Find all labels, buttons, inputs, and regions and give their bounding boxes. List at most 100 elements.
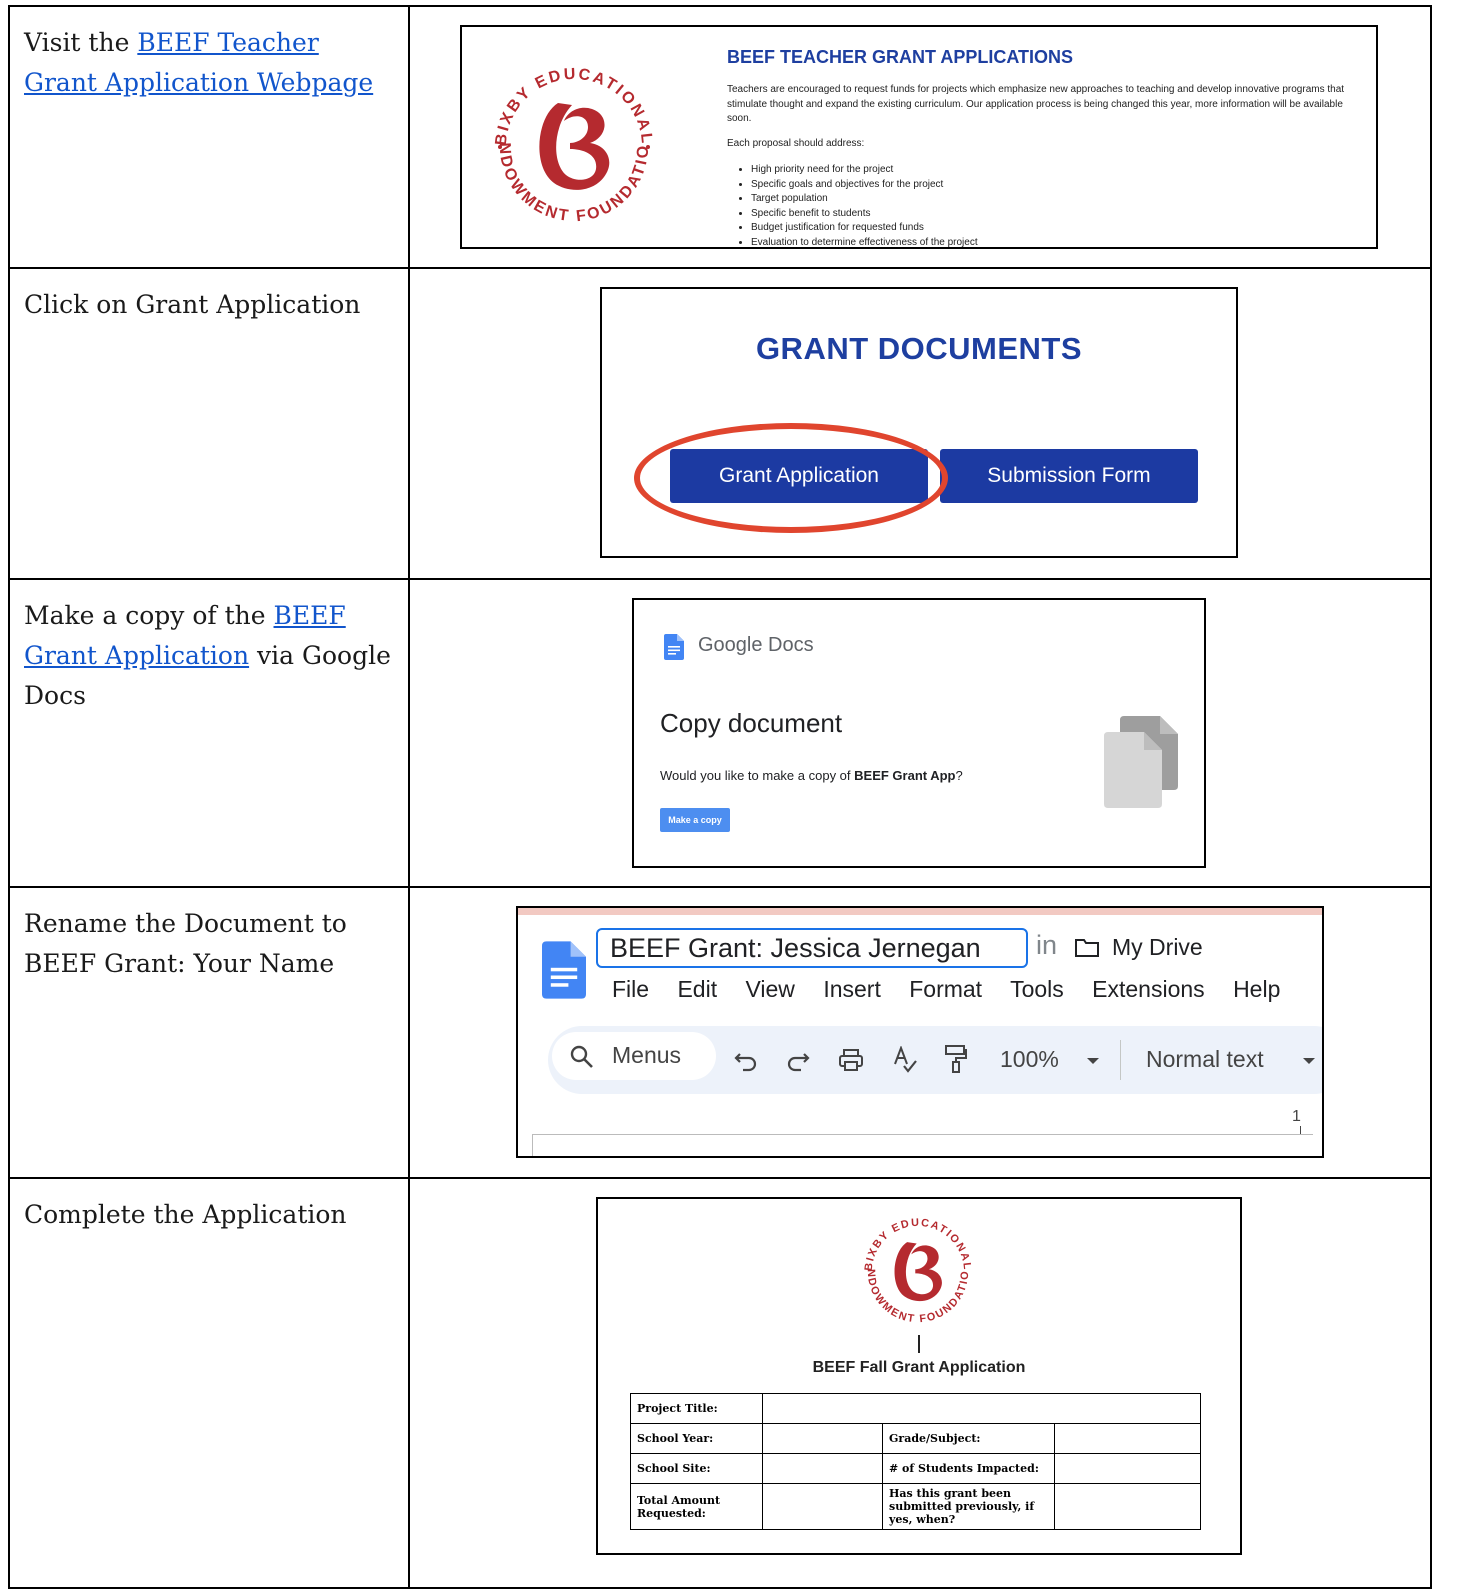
school-year-field[interactable]	[762, 1423, 883, 1454]
beef-logo: BIXBY EDUCATIONAL ENDOWMENT FOUNDATION	[484, 57, 653, 225]
submitted-previously-field[interactable]	[1053, 1483, 1202, 1530]
document-title-input[interactable]: BEEF Grant: Jessica Jernegan	[596, 928, 1028, 968]
redo-icon[interactable]	[786, 1050, 810, 1072]
beef-logo: BIXBY EDUCATIONAL ENDOWMENT FOUNDATION	[857, 1211, 972, 1325]
application-fields-table: Project Title: School Year: Grade/Subjec…	[630, 1393, 1202, 1530]
step-cell: Make a copy of the BEEF Grant Applicatio…	[8, 578, 410, 888]
application-title: BEEF Fall Grant Application	[812, 1359, 1026, 1376]
menu-tools[interactable]: Tools	[1010, 976, 1064, 1002]
google-docs-brand: Google Docs	[698, 634, 814, 656]
list-item: Specific goals and objectives for the pr…	[751, 178, 978, 193]
step-row: Make a copy of the BEEF Grant Applicatio…	[8, 578, 1432, 888]
question-doc-name: BEEF Grant App	[854, 768, 956, 783]
question-prefix: Would you like to make a copy of	[660, 768, 855, 783]
google-docs-icon	[664, 634, 684, 660]
style-select[interactable]: Normal text	[1146, 1046, 1264, 1073]
step-row: Rename the Document to BEEF Grant: Your …	[8, 886, 1432, 1179]
step-row: Click on Grant Application GRANT DOCUMEN…	[8, 267, 1432, 580]
step-text: Complete the Application	[24, 1200, 347, 1229]
spellcheck-icon[interactable]	[892, 1046, 918, 1074]
highlight-circle	[634, 423, 948, 533]
ruler-tick	[1300, 1126, 1301, 1134]
webpage-screenshot: BIXBY EDUCATIONAL ENDOWMENT FOUNDATION B…	[460, 25, 1378, 249]
list-item: Target population	[751, 192, 978, 207]
logo-top-text: BIXBY EDUCATIONAL	[493, 66, 653, 147]
chevron-down-icon[interactable]	[1302, 1056, 1316, 1066]
list-item: Evaluation to determine effectiveness of…	[751, 236, 978, 248]
list-item: High priority need for the project	[751, 163, 978, 178]
zoom-select[interactable]: 100%	[1000, 1046, 1059, 1073]
ruler	[532, 1134, 1313, 1156]
total-amount-label: Total Amount Requested:	[630, 1483, 763, 1530]
step-prefix: Visit the	[24, 28, 138, 57]
toolbar-divider	[1120, 1040, 1121, 1080]
students-impacted-label: # of Students Impacted:	[882, 1453, 1055, 1484]
table-row: Total Amount Requested: Has this grant b…	[630, 1483, 1202, 1530]
logo-top-text: BIXBY EDUCATIONAL	[863, 1217, 972, 1272]
menu-view[interactable]: View	[745, 976, 794, 1002]
search-menus-label: Menus	[612, 1042, 682, 1068]
folder-icon[interactable]	[1074, 938, 1100, 958]
search-icon	[570, 1045, 593, 1068]
step-text: Click on Grant Application	[24, 290, 361, 319]
step-prefix: Make a copy of the	[24, 601, 274, 630]
webpage-bullets: High priority need for the project Speci…	[737, 163, 978, 248]
school-site-field[interactable]	[762, 1453, 883, 1484]
menu-help[interactable]: Help	[1233, 976, 1280, 1002]
step-text: Rename the Document to BEEF Grant: Your …	[24, 909, 347, 978]
webpage-list-intro: Each proposal should address:	[727, 138, 865, 149]
paint-format-icon[interactable]	[944, 1044, 968, 1074]
ruler-mark: 1	[1292, 1108, 1301, 1125]
menu-extensions[interactable]: Extensions	[1092, 976, 1205, 1002]
step-cell: Rename the Document to BEEF Grant: Your …	[8, 886, 410, 1179]
copy-document-heading: Copy document	[660, 708, 843, 738]
instructions-table: Visit the BEEF Teacher Grant Application…	[8, 5, 1432, 1589]
menu-file[interactable]: File	[612, 976, 649, 1002]
step-cell: Complete the Application	[8, 1177, 410, 1589]
window-edge	[518, 908, 1322, 915]
school-site-label: School Site:	[630, 1453, 763, 1484]
make-a-copy-button[interactable]: Make a copy	[660, 808, 730, 832]
toolbar: Menus 100% Normal text	[548, 1026, 1322, 1094]
table-row: Project Title:	[630, 1393, 1202, 1424]
undo-icon[interactable]	[734, 1050, 758, 1072]
school-year-label: School Year:	[630, 1423, 763, 1454]
menu-format[interactable]: Format	[909, 976, 982, 1002]
copy-question: Would you like to make a copy of BEEF Gr…	[660, 768, 963, 783]
step-text: Visit the BEEF Teacher Grant Application…	[10, 7, 408, 103]
docs-editor-screenshot: BEEF Grant: Jessica Jernegan in My Drive…	[516, 906, 1324, 1158]
menu-insert[interactable]: Insert	[823, 976, 881, 1002]
menu-edit[interactable]: Edit	[677, 976, 717, 1002]
drive-location[interactable]: My Drive	[1112, 934, 1203, 961]
screenshot-cell: BIXBY EDUCATIONAL ENDOWMENT FOUNDATION B…	[408, 5, 1432, 269]
print-icon[interactable]	[838, 1048, 864, 1072]
step-cell: Visit the BEEF Teacher Grant Application…	[8, 5, 410, 269]
list-item: Specific benefit to students	[751, 207, 978, 222]
in-label: in	[1036, 930, 1058, 960]
application-form-screenshot: BIXBY EDUCATIONAL ENDOWMENT FOUNDATION B…	[596, 1197, 1242, 1555]
chevron-down-icon[interactable]	[1086, 1056, 1100, 1066]
text-cursor	[918, 1335, 920, 1353]
step-text: Make a copy of the BEEF Grant Applicatio…	[10, 580, 408, 716]
grade-subject-label: Grade/Subject:	[882, 1423, 1055, 1454]
step-row: Visit the BEEF Teacher Grant Application…	[8, 5, 1432, 269]
project-title-field[interactable]	[761, 1393, 1202, 1424]
screenshot-cell: BEEF Grant: Jessica Jernegan in My Drive…	[408, 886, 1432, 1179]
submission-form-button[interactable]: Submission Form	[940, 449, 1198, 503]
webpage-title: BEEF TEACHER GRANT APPLICATIONS	[727, 47, 1074, 67]
total-amount-field[interactable]	[762, 1483, 883, 1530]
table-row: School Site: # of Students Impacted:	[630, 1453, 1202, 1484]
students-impacted-field[interactable]	[1053, 1453, 1202, 1484]
copy-document-screenshot: Google Docs Copy document Would you like…	[632, 598, 1206, 868]
submitted-previously-label: Has this grant been submitted previously…	[882, 1483, 1055, 1530]
webpage-intro: Teachers are encouraged to request funds…	[727, 84, 1345, 124]
project-title-label: Project Title:	[630, 1393, 763, 1424]
menu-bar: File Edit View Insert Format Tools Exten…	[612, 976, 1302, 1003]
copy-pages-icon	[1104, 716, 1178, 808]
question-suffix: ?	[955, 768, 963, 783]
screenshot-cell: BIXBY EDUCATIONAL ENDOWMENT FOUNDATION B…	[408, 1177, 1432, 1589]
search-menus[interactable]: Menus	[552, 1032, 716, 1080]
step-cell: Click on Grant Application	[8, 267, 410, 580]
grade-subject-field[interactable]	[1053, 1423, 1202, 1454]
grant-documents-screenshot: GRANT DOCUMENTS Grant Application Submis…	[600, 287, 1238, 558]
